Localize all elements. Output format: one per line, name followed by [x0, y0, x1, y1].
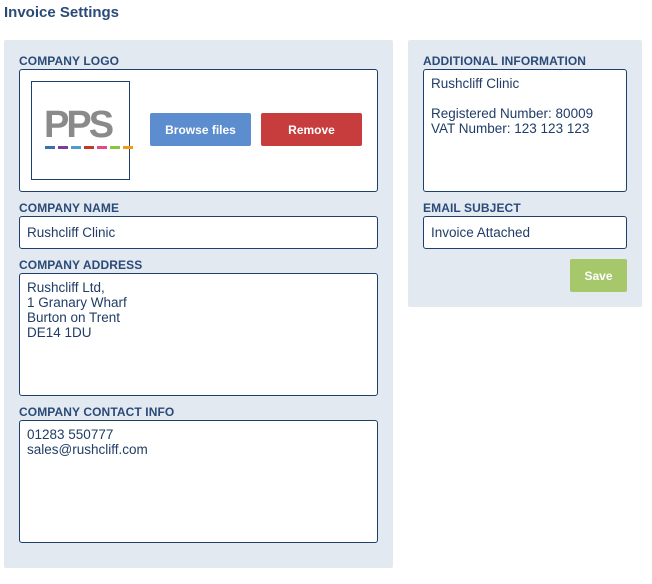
- logo-bar: [97, 146, 107, 149]
- logo-bar: [84, 146, 94, 149]
- logo-bar: [71, 146, 81, 149]
- company-name-label: COMPANY NAME: [19, 201, 120, 215]
- company-logo-bars: [45, 146, 133, 149]
- company-address-textarea[interactable]: Rushcliff Ltd, 1 Granary Wharf Burton on…: [19, 273, 378, 396]
- company-logo-label: COMPANY LOGO: [19, 54, 120, 68]
- company-logo-image: PPS: [31, 81, 133, 180]
- logo-bar: [58, 146, 68, 149]
- company-name-input[interactable]: Rushcliff Clinic: [19, 216, 378, 249]
- company-logo-box: PPS Browse files Remove: [19, 69, 378, 192]
- remove-logo-button[interactable]: Remove: [261, 113, 362, 146]
- email-subject-input[interactable]: Invoice Attached: [423, 216, 627, 249]
- additional-info-label: ADDITIONAL INFORMATION: [423, 54, 587, 68]
- logo-bar: [110, 146, 120, 149]
- email-subject-value: Invoice Attached: [431, 225, 531, 240]
- email-subject-label: EMAIL SUBJECT: [423, 201, 521, 215]
- logo-bar: [45, 146, 55, 149]
- additional-info-value: Rushcliff Clinic Registered Number: 8000…: [431, 76, 594, 136]
- company-contact-textarea[interactable]: 01283 550777 sales@rushcliff.com: [19, 420, 378, 543]
- company-name-value: Rushcliff Clinic: [27, 225, 116, 240]
- company-logo-text: PPS: [44, 104, 114, 146]
- company-address-label: COMPANY ADDRESS: [19, 258, 143, 272]
- page-title: Invoice Settings: [4, 4, 120, 21]
- company-contact-label: COMPANY CONTACT INFO: [19, 405, 175, 419]
- save-button[interactable]: Save: [570, 259, 627, 292]
- invoice-extra-panel: ADDITIONAL INFORMATION Rushcliff Clinic …: [408, 40, 642, 307]
- company-settings-panel: COMPANY LOGO PPS Browse files Remove COM…: [4, 40, 393, 568]
- company-contact-value: 01283 550777 sales@rushcliff.com: [27, 427, 148, 457]
- logo-bar: [123, 146, 133, 149]
- browse-files-button[interactable]: Browse files: [150, 113, 251, 146]
- company-address-value: Rushcliff Ltd, 1 Granary Wharf Burton on…: [27, 280, 127, 340]
- additional-info-textarea[interactable]: Rushcliff Clinic Registered Number: 8000…: [423, 69, 627, 192]
